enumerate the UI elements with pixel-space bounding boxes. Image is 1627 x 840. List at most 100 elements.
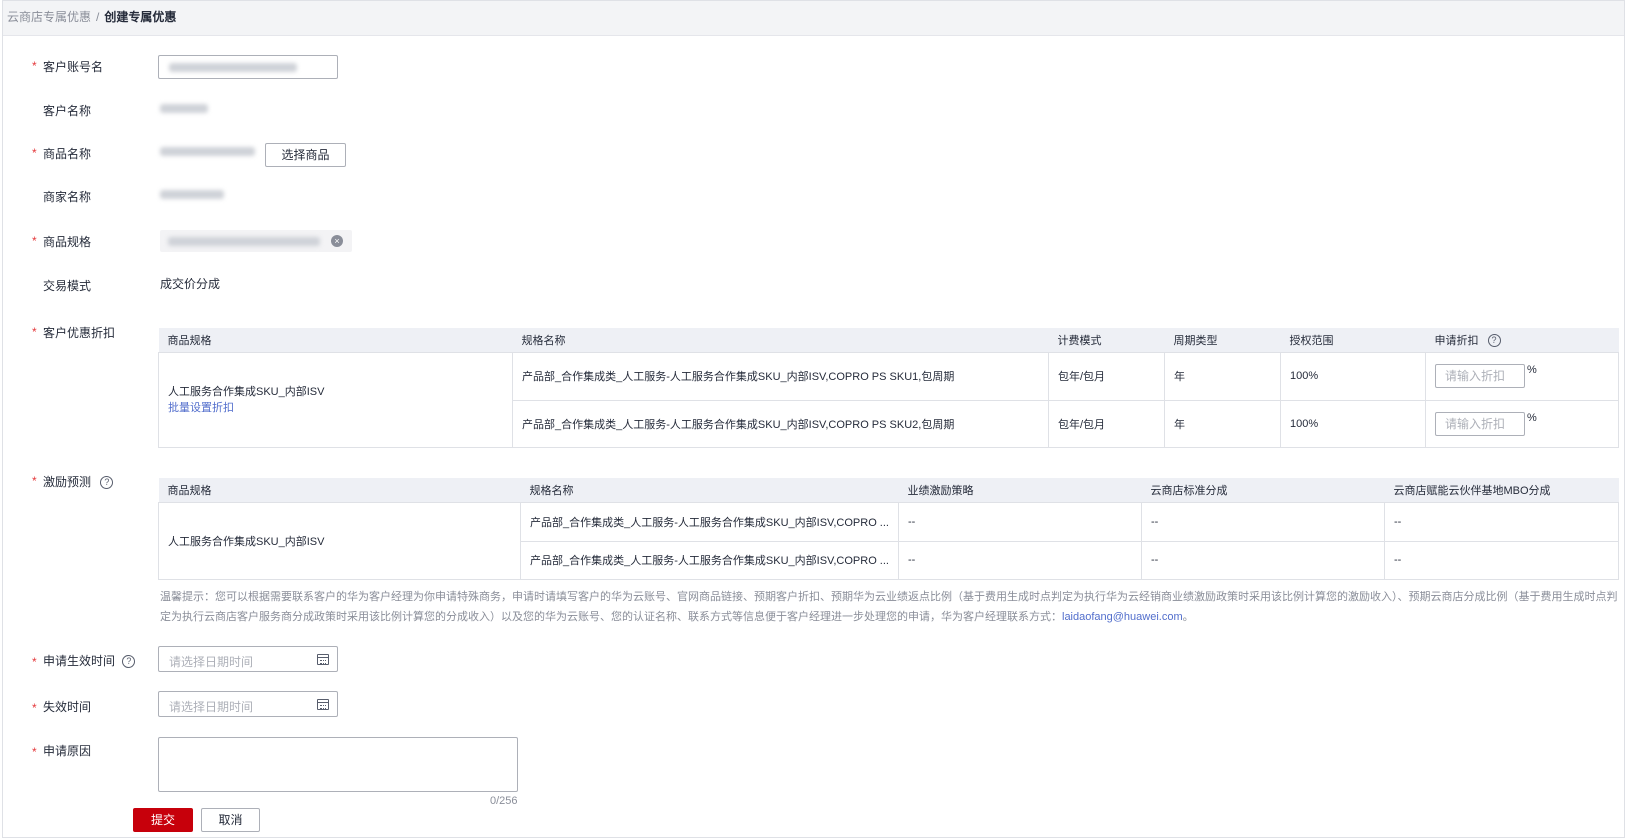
submit-button[interactable]: 提交 <box>133 808 193 832</box>
expire-time-placeholder: 请选择日期时间 <box>169 700 254 714</box>
breadcrumb-current: 创建专属优惠 <box>104 10 177 24</box>
account-input[interactable] <box>158 55 338 79</box>
expire-time-picker[interactable]: 请选择日期时间 <box>158 691 338 717</box>
scope-cell: 100% <box>1280 351 1426 401</box>
column-header: 授权范围 <box>1280 328 1426 352</box>
required-mark: * <box>32 474 37 488</box>
discount-input-placeholder: 请输入折扣 <box>1445 416 1506 431</box>
scope-cell: 100% <box>1280 399 1426 448</box>
help-icon[interactable]: ? <box>122 655 136 669</box>
discount-input[interactable]: 请输入折扣 <box>1435 364 1525 388</box>
discount-label: 客户优惠折扣 <box>43 326 116 340</box>
breadcrumb: 云商店专属优惠 / 创建专属优惠 <box>7 8 176 25</box>
notice-end: 。 <box>1182 611 1194 623</box>
spec-label: 商品规格 <box>43 235 92 249</box>
effective-time-placeholder: 请选择日期时间 <box>169 655 254 669</box>
spec-name-cell: 产品部_合作集成类_人工服务-人工服务合作集成SKU_内部ISV,COPRO .… <box>520 501 899 542</box>
breadcrumb-separator: / <box>96 10 100 24</box>
period-cell: 年 <box>1164 399 1281 448</box>
page-frame: 云商店专属优惠 / 创建专属优惠 * 客户账号名 客户名称 * 商品名称 选择商品 … <box>2 0 1625 838</box>
mbo-share-cell: -- <box>1383 540 1620 580</box>
batch-discount-link[interactable]: 批量设置折扣 <box>168 400 503 416</box>
table-row: 人工服务合作集成SKU_内部ISV 批量设置折扣 产品部_合作集成类_人工服务-… <box>158 351 1619 448</box>
discount-input-cell: 请输入折扣% <box>1425 399 1619 448</box>
incentive-label-wrap: 激励预测 ? <box>43 473 114 490</box>
strategy-cell: -- <box>897 501 1142 542</box>
customer-name-redacted <box>160 104 208 113</box>
calendar-icon[interactable] <box>317 654 329 665</box>
required-mark: * <box>32 745 37 759</box>
discount-input-placeholder: 请输入折扣 <box>1445 369 1506 383</box>
product-label: 商品名称 <box>43 147 92 161</box>
discount-table: 商品规格 规格名称 计费模式 周期类型 授权范围 申请折扣 ? 人工服务合作集成… <box>158 328 1619 448</box>
close-icon[interactable]: × <box>331 235 343 247</box>
spec-group-name: 人工服务合作集成SKU_内部ISV <box>168 385 325 398</box>
column-header: 商品规格 <box>158 478 521 502</box>
standard-share-cell: -- <box>1140 540 1385 580</box>
table-row: 人工服务合作集成SKU_内部ISV 产品部_合作集成类_人工服务-人工服务合作集… <box>158 501 1620 580</box>
mbo-share-cell: -- <box>1383 501 1620 542</box>
required-mark: * <box>32 59 37 73</box>
effective-time-label-wrap: 申请生效时间 ? <box>43 652 136 669</box>
spec-group-cell: 人工服务合作集成SKU_内部ISV 批量设置折扣 <box>158 351 513 448</box>
required-mark: * <box>32 655 37 669</box>
trade-mode-value: 成交价分成 <box>160 277 221 291</box>
notice-text: 温馨提示：您可以根据需要联系客户的华为客户经理为你申请特殊商务，申请时请填写客户… <box>160 587 1620 627</box>
column-header: 周期类型 <box>1164 328 1281 352</box>
column-header: 业绩激励策略 <box>898 478 1142 502</box>
spec-name-cell: 产品部_合作集成类_人工服务-人工服务合作集成SKU_内部ISV,COPRO P… <box>512 351 1049 401</box>
period-cell: 年 <box>1164 351 1281 401</box>
strategy-cell: -- <box>897 540 1142 580</box>
cancel-button[interactable]: 取消 <box>201 808 260 832</box>
column-header-discount: 申请折扣 ? <box>1425 328 1619 352</box>
billing-cell: 包年/包月 <box>1048 399 1165 448</box>
trade-mode-label: 交易模式 <box>43 279 92 293</box>
expire-time-label: 失效时间 <box>43 700 92 714</box>
column-header: 计费模式 <box>1048 328 1165 352</box>
merchant-label: 商家名称 <box>43 190 92 204</box>
reason-label: 申请原因 <box>43 744 92 758</box>
column-header: 商品规格 <box>158 328 513 352</box>
spec-name-cell: 产品部_合作集成类_人工服务-人工服务合作集成SKU_内部ISV,COPRO .… <box>520 540 899 580</box>
calendar-icon[interactable] <box>317 699 329 710</box>
required-mark: * <box>32 325 37 339</box>
breadcrumb-bar: 云商店专属优惠 / 创建专属优惠 <box>3 1 1624 36</box>
incentive-table-header: 商品规格 规格名称 业绩激励策略 云商店标准分成 云商店赋能云伙伴基地MBO分成 <box>158 478 1619 502</box>
spec-tag-redacted <box>168 237 320 246</box>
incentive-label: 激励预测 <box>43 475 92 489</box>
incentive-table: 商品规格 规格名称 业绩激励策略 云商店标准分成 云商店赋能云伙伴基地MBO分成… <box>158 478 1620 580</box>
discount-input[interactable]: 请输入折扣 <box>1435 411 1525 436</box>
effective-time-picker[interactable]: 请选择日期时间 <box>158 646 338 672</box>
account-label: 客户账号名 <box>43 60 104 74</box>
effective-time-label: 申请生效时间 <box>43 654 116 668</box>
help-icon[interactable]: ? <box>100 476 114 490</box>
help-icon[interactable]: ? <box>1487 334 1501 348</box>
notice-body: 温馨提示：您可以根据需要联系客户的华为客户经理为你申请特殊商务，申请时请填写客户… <box>160 591 1618 623</box>
column-header: 规格名称 <box>512 328 1049 352</box>
percent-unit: % <box>1527 364 1537 376</box>
reason-char-counter: 0/256 <box>490 795 518 807</box>
column-header: 规格名称 <box>520 478 899 502</box>
required-mark: * <box>32 146 37 160</box>
column-header: 申请折扣 <box>1434 334 1479 347</box>
billing-cell: 包年/包月 <box>1048 351 1165 401</box>
required-mark: * <box>32 234 37 248</box>
spec-name-cell: 产品部_合作集成类_人工服务-人工服务合作集成SKU_内部ISV,COPRO P… <box>512 399 1049 448</box>
contact-email-link[interactable]: laidaofang@huawei.com <box>1062 611 1183 623</box>
select-product-button[interactable]: 选择商品 <box>265 143 346 167</box>
reason-textarea[interactable] <box>158 737 518 792</box>
breadcrumb-parent[interactable]: 云商店专属优惠 <box>7 10 91 24</box>
product-value-redacted <box>160 147 255 156</box>
standard-share-cell: -- <box>1140 501 1385 542</box>
customer-name-label: 客户名称 <box>43 104 92 118</box>
percent-unit: % <box>1527 411 1537 424</box>
required-mark: * <box>32 701 37 715</box>
spec-tag: × <box>160 230 352 252</box>
spec-group-cell: 人工服务合作集成SKU_内部ISV <box>158 501 521 580</box>
discount-table-header: 商品规格 规格名称 计费模式 周期类型 授权范围 申请折扣 ? <box>158 328 1619 352</box>
column-header: 云商店标准分成 <box>1141 478 1385 502</box>
column-header: 云商店赋能云伙伴基地MBO分成 <box>1384 478 1619 502</box>
account-value-redacted <box>169 63 297 72</box>
discount-input-cell: 请输入折扣% <box>1425 351 1619 401</box>
merchant-value-redacted <box>160 190 224 199</box>
